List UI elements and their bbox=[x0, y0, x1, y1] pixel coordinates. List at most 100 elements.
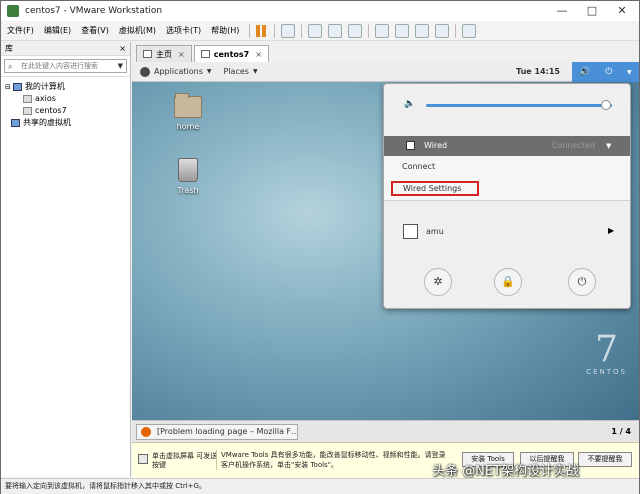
pause-icon[interactable] bbox=[256, 24, 268, 37]
close-icon[interactable]: ✕ bbox=[607, 1, 637, 21]
system-status-area[interactable]: 🔊 ⏻ ▼ bbox=[572, 62, 639, 82]
search-placeholder: 在此处键入内容进行搜索 bbox=[21, 62, 98, 70]
menu-tabs[interactable]: 选项卡(T) bbox=[166, 25, 201, 36]
tree-my-computer[interactable]: ⊟ 我的计算机 bbox=[1, 81, 130, 93]
library-header: 库 × bbox=[1, 42, 130, 56]
window-list-item-firefox[interactable]: [Problem loading page – Mozilla F… bbox=[136, 424, 298, 440]
wired-submenu: Connect Wired Settings bbox=[384, 156, 630, 201]
library-search-input[interactable]: ⌕ 在此处键入内容进行搜索 ▼ bbox=[4, 59, 127, 73]
desktop-icon-label: home bbox=[176, 122, 200, 131]
chevron-down-icon: ▼ bbox=[206, 68, 212, 75]
hint-message: VMware Tools 具有很多功能，能改善鼠标移动性、视频和性能。请登录客户… bbox=[216, 450, 452, 470]
tab-label: 主页 bbox=[156, 49, 172, 59]
title-bar: centos7 - VMware Workstation — □ ✕ bbox=[1, 1, 639, 21]
menu-help[interactable]: 帮助(H) bbox=[211, 25, 239, 36]
network-wired-icon bbox=[406, 141, 415, 150]
guest-screen[interactable]: Applications ▼ Places ▼ Tue 14:15 🔊 ⏻ ▼ … bbox=[132, 62, 639, 442]
revert-snapshot-icon[interactable] bbox=[328, 23, 343, 38]
menu-edit[interactable]: 编辑(E) bbox=[44, 25, 71, 36]
volume-slider[interactable] bbox=[426, 104, 612, 107]
toolbar-separator bbox=[455, 23, 457, 38]
user-row[interactable]: amu ▶ bbox=[384, 220, 630, 244]
menu-file[interactable]: 文件(F) bbox=[7, 25, 34, 36]
unity-icon[interactable] bbox=[435, 23, 450, 38]
vm-icon bbox=[200, 50, 210, 58]
chevron-down-icon: ▼ bbox=[627, 68, 632, 76]
wired-settings-menu-item[interactable]: Wired Settings bbox=[391, 181, 479, 196]
click-screen-icon bbox=[138, 454, 148, 464]
volume-slider-handle[interactable] bbox=[601, 100, 612, 110]
applications-icon bbox=[140, 66, 150, 77]
show-library-icon[interactable] bbox=[375, 23, 390, 38]
tree-label: 我的计算机 bbox=[24, 82, 65, 91]
tab-close-icon[interactable]: × bbox=[178, 50, 185, 59]
user-name: amu bbox=[426, 227, 444, 236]
thumbnail-bar-icon[interactable] bbox=[395, 23, 410, 38]
power-off-button[interactable]: ⏻ bbox=[568, 268, 596, 296]
tree-vm-axios[interactable]: axios bbox=[1, 93, 130, 105]
volume-icon: 🔈 bbox=[404, 99, 416, 109]
connect-menu-item[interactable]: Connect bbox=[402, 162, 435, 171]
applications-menu[interactable]: Applications ▼ bbox=[140, 66, 212, 77]
window-list-label: [Problem loading page – Mozilla F… bbox=[157, 427, 298, 436]
tree-vm-centos7[interactable]: centos7 bbox=[1, 105, 130, 117]
console-view-icon[interactable] bbox=[462, 23, 477, 38]
computer-icon bbox=[12, 83, 22, 91]
power-icon: ⏻ bbox=[605, 67, 613, 77]
tab-home[interactable]: 主页 × bbox=[136, 45, 192, 62]
speaker-icon: 🔊 bbox=[579, 67, 591, 77]
chevron-down-icon[interactable]: ▼ bbox=[118, 60, 123, 72]
library-close-icon[interactable]: × bbox=[119, 42, 126, 56]
centos-logo: 7 CENTOS bbox=[586, 329, 627, 377]
system-menu-popover: 🔈 Wired Connected ▼ Connect Wired Settin… bbox=[383, 83, 631, 309]
snapshot-manager-icon[interactable] bbox=[348, 23, 363, 38]
chevron-right-icon: ▶ bbox=[608, 226, 615, 235]
toolbar-separator bbox=[274, 23, 276, 38]
library-panel: 库 × ⌕ 在此处键入内容进行搜索 ▼ ⊟ 我的计算机 axios centos… bbox=[1, 42, 131, 477]
gnome-window-list: [Problem loading page – Mozilla F… 1 / 4 bbox=[132, 420, 639, 442]
tree-shared-vms[interactable]: 共享的虚拟机 bbox=[1, 117, 130, 129]
menu-view[interactable]: 查看(V) bbox=[81, 25, 109, 36]
vmware-app-icon bbox=[7, 5, 19, 17]
window-title: centos7 - VMware Workstation bbox=[25, 6, 163, 16]
gnome-top-bar: Applications ▼ Places ▼ Tue 14:15 🔊 ⏻ ▼ bbox=[132, 62, 639, 82]
tree-label: centos7 bbox=[35, 106, 67, 115]
tab-close-icon[interactable]: × bbox=[255, 50, 262, 59]
chevron-down-icon: ▼ bbox=[606, 142, 612, 150]
maximize-icon[interactable]: □ bbox=[577, 1, 607, 21]
menu-vm[interactable]: 虚拟机(M) bbox=[119, 25, 156, 36]
never-remind-button[interactable]: 不要提醒我 bbox=[578, 452, 632, 467]
tab-centos7[interactable]: centos7 × bbox=[193, 45, 269, 62]
vmware-tools-hint-bar: 单击虚拟屏幕 可发送按键 VMware Tools 具有很多功能，能改善鼠标移动… bbox=[132, 442, 639, 479]
home-icon bbox=[143, 50, 152, 58]
full-screen-icon[interactable] bbox=[415, 23, 430, 38]
applications-label: Applications bbox=[154, 67, 203, 76]
search-icon: ⌕ bbox=[8, 62, 13, 71]
centos-version: 7 bbox=[595, 329, 619, 370]
watermark: 头条 @NET架构设计实战 bbox=[432, 464, 580, 479]
folder-icon bbox=[174, 93, 202, 118]
tab-label: centos7 bbox=[213, 49, 250, 59]
firefox-icon bbox=[141, 427, 151, 437]
tab-strip: 主页 × centos7 × bbox=[132, 42, 639, 62]
desktop-icon-label: Trash bbox=[177, 186, 199, 195]
centos-name: CENTOS bbox=[586, 368, 627, 376]
chevron-down-icon: ▼ bbox=[252, 68, 258, 75]
workspace-pager[interactable]: 1 / 4 bbox=[611, 421, 631, 442]
settings-button[interactable]: ✲ bbox=[424, 268, 452, 296]
snapshot-icon[interactable] bbox=[308, 23, 323, 38]
collapse-icon[interactable]: ⊟ bbox=[5, 81, 11, 93]
clock[interactable]: Tue 14:15 bbox=[516, 62, 560, 82]
desktop-icon-home[interactable]: home bbox=[163, 93, 213, 131]
send-ctrl-alt-del-icon[interactable] bbox=[281, 23, 296, 38]
tree-label: axios bbox=[35, 94, 56, 103]
wired-label: Wired bbox=[424, 141, 448, 150]
wired-connection-row[interactable]: Wired Connected ▼ bbox=[384, 136, 630, 156]
toolbar-separator bbox=[249, 23, 251, 38]
shared-vms-icon bbox=[11, 119, 20, 127]
lock-button[interactable]: 🔒 bbox=[494, 268, 522, 296]
toolbar-separator bbox=[301, 23, 303, 38]
desktop-icon-trash[interactable]: Trash bbox=[163, 158, 213, 195]
places-menu[interactable]: Places ▼ bbox=[224, 67, 258, 76]
minimize-icon[interactable]: — bbox=[547, 1, 577, 21]
